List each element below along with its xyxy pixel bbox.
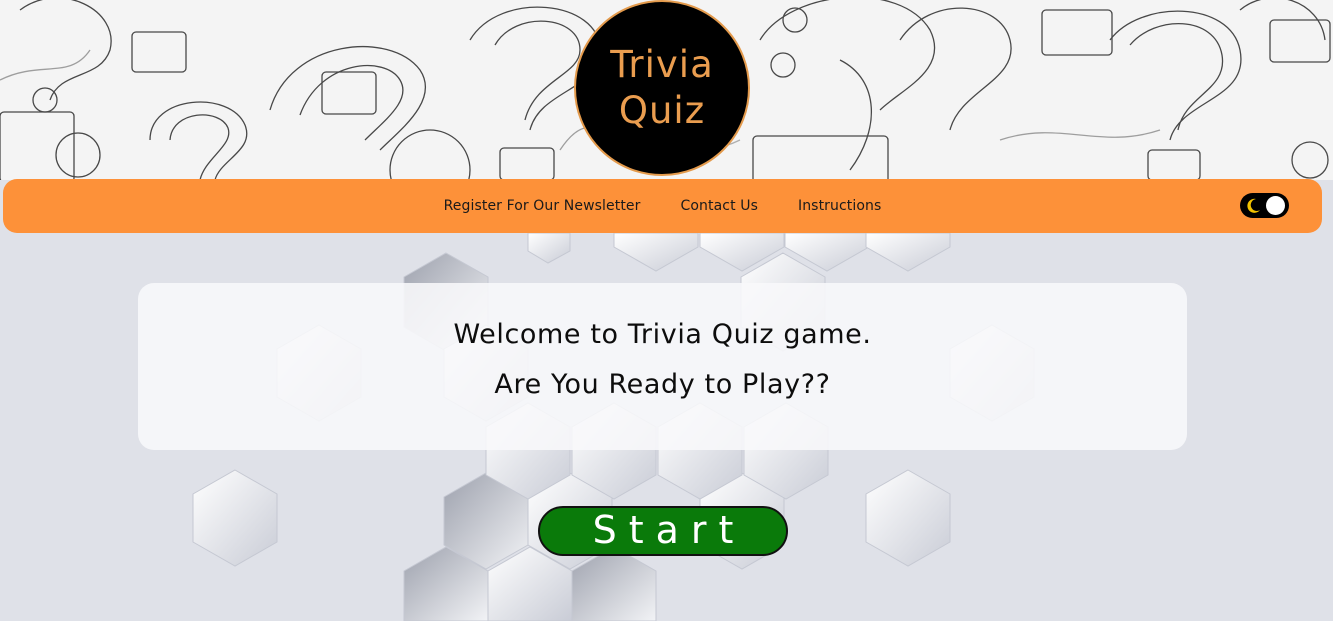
toggle-knob [1266,196,1285,215]
ready-prompt: Are You Ready to Play?? [494,369,831,400]
nav-link-instructions[interactable]: Instructions [798,198,881,214]
logo-title-line1: Trivia [610,43,714,86]
theme-toggle[interactable] [1240,193,1289,218]
start-button[interactable]: Start [538,506,788,556]
logo-title-line2: Quiz [618,89,706,132]
welcome-card: Welcome to Trivia Quiz game. Are You Rea… [138,283,1187,450]
nav-link-contact[interactable]: Contact Us [681,198,758,214]
nav-links: Register For Our Newsletter Contact Us I… [3,179,1322,233]
welcome-message: Welcome to Trivia Quiz game. [453,319,872,350]
logo: Trivia Quiz [574,0,750,176]
nav-bar: Register For Our Newsletter Contact Us I… [3,179,1322,233]
moon-icon [1247,198,1260,213]
nav-link-newsletter[interactable]: Register For Our Newsletter [444,198,641,214]
